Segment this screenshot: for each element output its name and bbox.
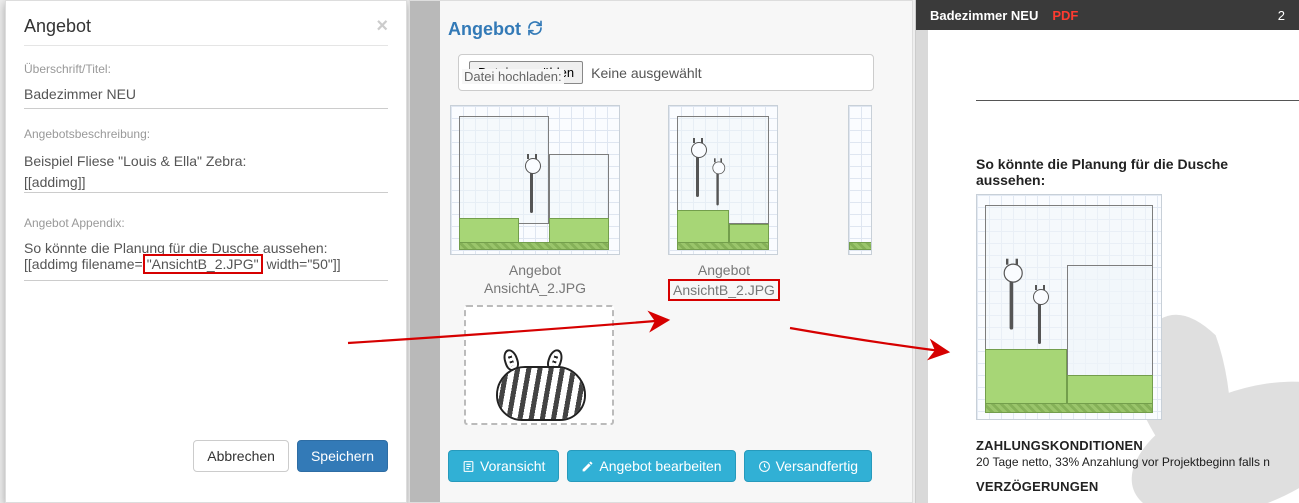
pdf-filename: Badezimmer NEU — [930, 8, 1038, 23]
appendix-input[interactable]: So könnte die Planung für die Dusche aus… — [24, 234, 388, 281]
preview-panel: Angebot Datei hochladen: Datei auswählen… — [409, 0, 913, 503]
filename-highlight: "AnsichtB_2.JPG" — [143, 254, 263, 274]
panel-title: Angebot — [448, 19, 521, 40]
preview-button[interactable]: Voransicht — [448, 450, 559, 482]
appendix-label: Angebot Appendix: — [24, 216, 388, 230]
edit-offer-button[interactable]: Angebot bearbeiten — [567, 450, 735, 482]
edit-modal: Angebot × Überschrift/Titel: Angebotsbes… — [5, 0, 407, 503]
pdf-tag: PDF — [1052, 8, 1078, 23]
cancel-button[interactable]: Abbrechen — [193, 440, 289, 472]
pdf-heading: So könnte die Planung für die Dusche aus… — [976, 156, 1299, 188]
close-icon[interactable]: × — [376, 16, 388, 36]
file-status: Keine ausgewählt — [591, 65, 702, 81]
pdf-page-number: 2 — [1278, 8, 1285, 23]
thumbnail-c-partial[interactable] — [848, 105, 872, 255]
thumbnail-b-title: Angebot — [668, 261, 780, 279]
pdf-divider — [976, 100, 1299, 101]
pdf-preview: Badezimmer NEU PDF 2 So könnte die Planu… — [915, 0, 1299, 503]
pdf-embedded-image — [976, 194, 1162, 420]
upload-dropzone[interactable] — [464, 305, 614, 425]
pdf-section-payment-heading: ZAHLUNGSKONDITIONEN — [976, 438, 1299, 453]
appendix-line-2: [[addimg filename="AnsichtB_2.JPG" width… — [24, 256, 388, 272]
thumbnail-a-title: Angebot — [450, 261, 620, 279]
title-input[interactable] — [24, 80, 388, 109]
thumbnail-a-filename: AnsichtA_2.JPG — [450, 279, 620, 297]
thumbnail-a[interactable]: Angebot AnsichtA_2.JPG — [450, 105, 620, 297]
save-button[interactable]: Speichern — [297, 440, 388, 472]
upload-label: Datei hochladen: — [462, 69, 564, 84]
thumbnail-b[interactable]: Angebot AnsichtB_2.JPG — [668, 105, 780, 301]
pdf-section-delays-heading: VERZÖGERUNGEN — [976, 479, 1299, 494]
zebra-illustration — [486, 341, 596, 425]
ready-to-send-button[interactable]: Versandfertig — [744, 450, 873, 482]
description-label: Angebotsbeschreibung: — [24, 127, 388, 141]
title-label: Überschrift/Titel: — [24, 62, 388, 76]
thumbnail-b-filename: AnsichtB_2.JPG — [668, 279, 780, 301]
pdf-toolbar: Badezimmer NEU PDF 2 — [916, 0, 1299, 30]
refresh-icon[interactable] — [527, 20, 543, 40]
pdf-section-payment-text: 20 Tage netto, 33% Anzahlung vor Projekt… — [976, 455, 1299, 469]
modal-title: Angebot — [24, 16, 91, 37]
description-input[interactable]: Beispiel Fliese "Louis & Ella" Zebra: [[… — [24, 145, 388, 193]
